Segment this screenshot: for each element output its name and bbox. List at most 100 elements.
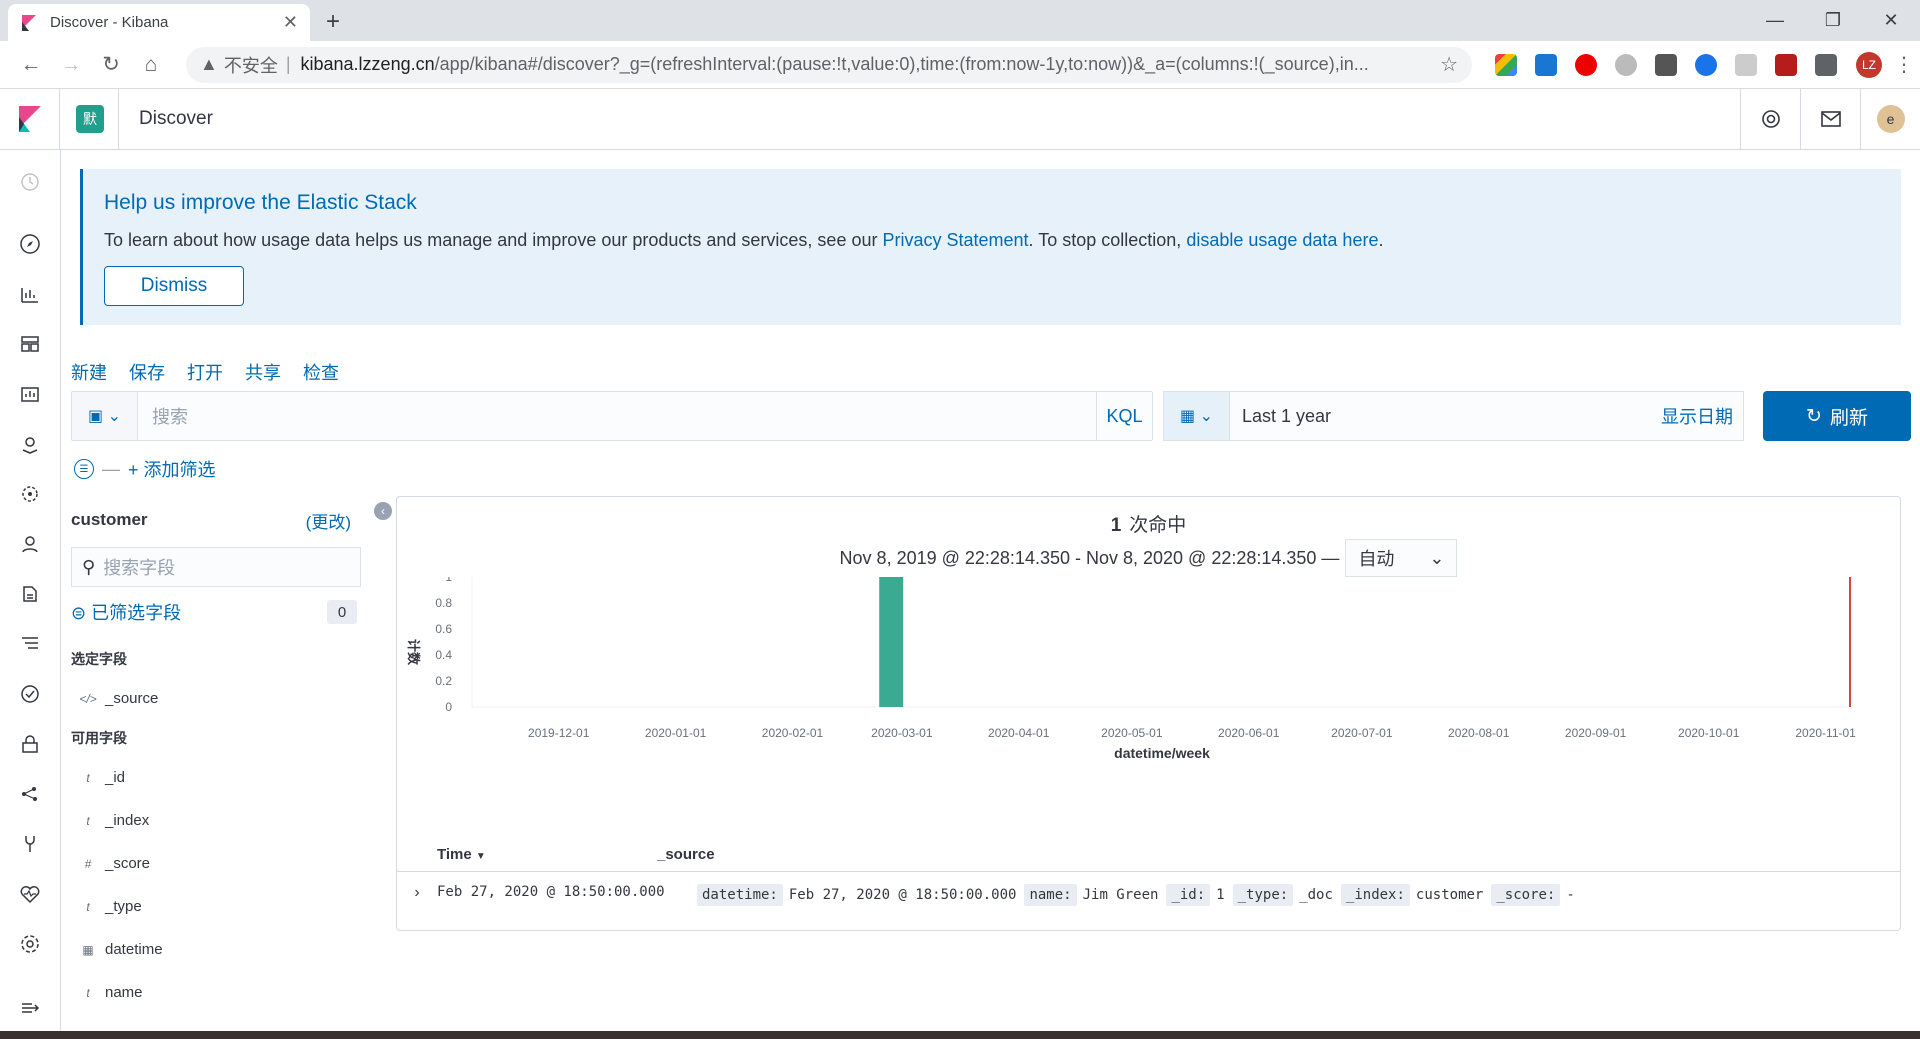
menu-new[interactable]: 新建 [71, 359, 107, 385]
profile-avatar[interactable]: LZ [1856, 51, 1882, 78]
extension-icon[interactable] [1655, 53, 1677, 76]
field-search-input[interactable]: ⚲ 搜索字段 [71, 547, 361, 587]
field-item[interactable]: t name [71, 971, 361, 1014]
field-name: _index [105, 812, 150, 829]
field-type-icon: t [86, 985, 90, 1000]
field-name: _id [105, 769, 126, 786]
field-type-icon: ▦ [82, 942, 94, 957]
kibana-logo-icon[interactable] [0, 89, 60, 149]
reload-icon[interactable]: ↻ [94, 48, 128, 82]
close-window-icon[interactable]: ✕ [1862, 0, 1920, 41]
filtered-fields-toggle[interactable]: ⊜ 已筛选字段 0 [71, 599, 361, 625]
logs-icon[interactable] [18, 582, 42, 606]
interval-select[interactable]: 自动 ⌄ [1345, 539, 1458, 577]
extension-icon[interactable] [1535, 53, 1557, 76]
menu-save[interactable]: 保存 [129, 359, 165, 385]
collapse-sidebar-icon[interactable]: ‹ [374, 502, 392, 520]
show-dates-link[interactable]: 显示日期 [1661, 403, 1743, 429]
source-value: Jim Green [1082, 887, 1159, 903]
uptime-icon[interactable] [18, 682, 42, 706]
field-name: _type [105, 898, 142, 915]
col-time[interactable]: Time ▼ [397, 846, 657, 863]
ml-icon[interactable] [18, 482, 42, 506]
field-item[interactable]: t _type [71, 885, 361, 928]
new-tab-icon[interactable]: + [326, 8, 340, 36]
metrics-icon[interactable] [18, 532, 42, 556]
breadcrumb[interactable]: Discover [139, 108, 213, 130]
saved-query-button[interactable]: ▣ ⌄ [72, 392, 138, 440]
mail-icon[interactable] [1800, 89, 1860, 149]
extension-icon[interactable] [1735, 53, 1757, 76]
minimize-icon[interactable]: — [1746, 0, 1804, 41]
expand-row-icon[interactable]: › [397, 884, 437, 902]
extension-icon[interactable] [1615, 53, 1637, 76]
add-filter-link[interactable]: + 添加筛选 [128, 456, 216, 482]
kql-toggle[interactable]: KQL [1096, 392, 1152, 440]
y-tick-label: 0.4 [435, 648, 452, 662]
chevron-down-icon: ⌄ [1199, 408, 1213, 425]
home-icon[interactable]: ⌂ [134, 48, 168, 82]
field-item[interactable]: t _id [71, 756, 361, 799]
discover-compass-icon[interactable] [18, 232, 42, 256]
monitoring-icon[interactable] [18, 882, 42, 906]
field-name: _source [105, 690, 159, 707]
forward-icon[interactable]: → [54, 48, 88, 82]
x-axis-title: datetime/week [1114, 745, 1210, 761]
restore-icon[interactable]: ❐ [1804, 0, 1862, 41]
maps-icon[interactable] [18, 432, 42, 456]
dev-tools-icon[interactable] [18, 832, 42, 856]
graph-icon[interactable] [18, 782, 42, 806]
quick-date-button[interactable]: ▦ ⌄ [1164, 392, 1230, 440]
x-tick-label: 2020-04-01 [988, 726, 1050, 740]
refresh-button[interactable]: ↻ 刷新 [1763, 391, 1911, 441]
privacy-statement-link[interactable]: Privacy Statement [882, 230, 1028, 250]
disable-usage-link[interactable]: disable usage data here [1186, 230, 1378, 250]
user-menu[interactable]: e [1860, 89, 1920, 149]
extension-icon[interactable] [1575, 53, 1597, 76]
address-bar[interactable]: ▲ 不安全 | kibana.lzzeng.cn/app/kibana#/dis… [186, 46, 1472, 83]
field-item[interactable]: # _score [71, 842, 361, 885]
dashboard-icon[interactable] [18, 332, 42, 356]
extension-icon[interactable] [1775, 53, 1797, 76]
browser-menu-icon[interactable]: ⋮ [1894, 52, 1914, 77]
chevron-down-icon: ⌄ [107, 408, 121, 425]
apm-icon[interactable] [18, 632, 42, 656]
settings-gear-icon[interactable] [18, 932, 42, 956]
menu-inspect[interactable]: 检查 [303, 359, 339, 385]
field-item[interactable]: ▦ datetime [71, 928, 361, 971]
header-divider [118, 89, 119, 149]
date-range-value[interactable]: Last 1 year [1230, 406, 1661, 427]
telemetry-callout: Help us improve the Elastic Stack To lea… [80, 169, 1901, 325]
search-input[interactable]: 搜索 [138, 403, 1096, 429]
filter-menu-icon[interactable]: ☰ [74, 459, 94, 479]
x-tick-label: 2020-03-01 [871, 726, 933, 740]
back-icon[interactable]: ← [14, 48, 48, 82]
y-tick-label: 0.8 [435, 596, 452, 610]
recent-icon[interactable] [18, 170, 42, 194]
extension-icon[interactable] [1495, 53, 1517, 76]
dismiss-button[interactable]: Dismiss [104, 266, 244, 306]
close-tab-icon[interactable]: ✕ [283, 12, 298, 33]
callout-body: To learn about how usage data helps us m… [104, 230, 1384, 250]
change-index-link[interactable]: (更改) [306, 508, 351, 533]
menu-open[interactable]: 打开 [187, 359, 223, 385]
extension-icon[interactable] [1695, 53, 1717, 76]
collapse-nav-icon[interactable] [18, 996, 42, 1020]
menu-share[interactable]: 共享 [245, 359, 281, 385]
available-fields-list: t _id t _index # _score t _type ▦ datetime t name [71, 756, 361, 1014]
x-tick-label: 2020-08-01 [1448, 726, 1510, 740]
source-key: _id: [1166, 884, 1211, 906]
visualize-icon[interactable] [18, 282, 42, 306]
canvas-icon[interactable] [18, 382, 42, 406]
bookmark-star-icon[interactable]: ☆ [1440, 52, 1458, 77]
field-item[interactable]: t _index [71, 799, 361, 842]
field-item[interactable]: </> _source [71, 677, 361, 720]
space-selector[interactable]: 默 [76, 105, 104, 133]
puzzle-icon[interactable] [1815, 53, 1837, 76]
search-icon: ⚲ [82, 556, 96, 577]
browser-tab[interactable]: Discover - Kibana ✕ [8, 4, 310, 41]
siem-lock-icon[interactable] [18, 732, 42, 756]
help-icon[interactable] [1740, 89, 1800, 149]
field-type-icon: t [86, 770, 90, 785]
query-bar: ▣ ⌄ 搜索 KQL [71, 391, 1153, 441]
